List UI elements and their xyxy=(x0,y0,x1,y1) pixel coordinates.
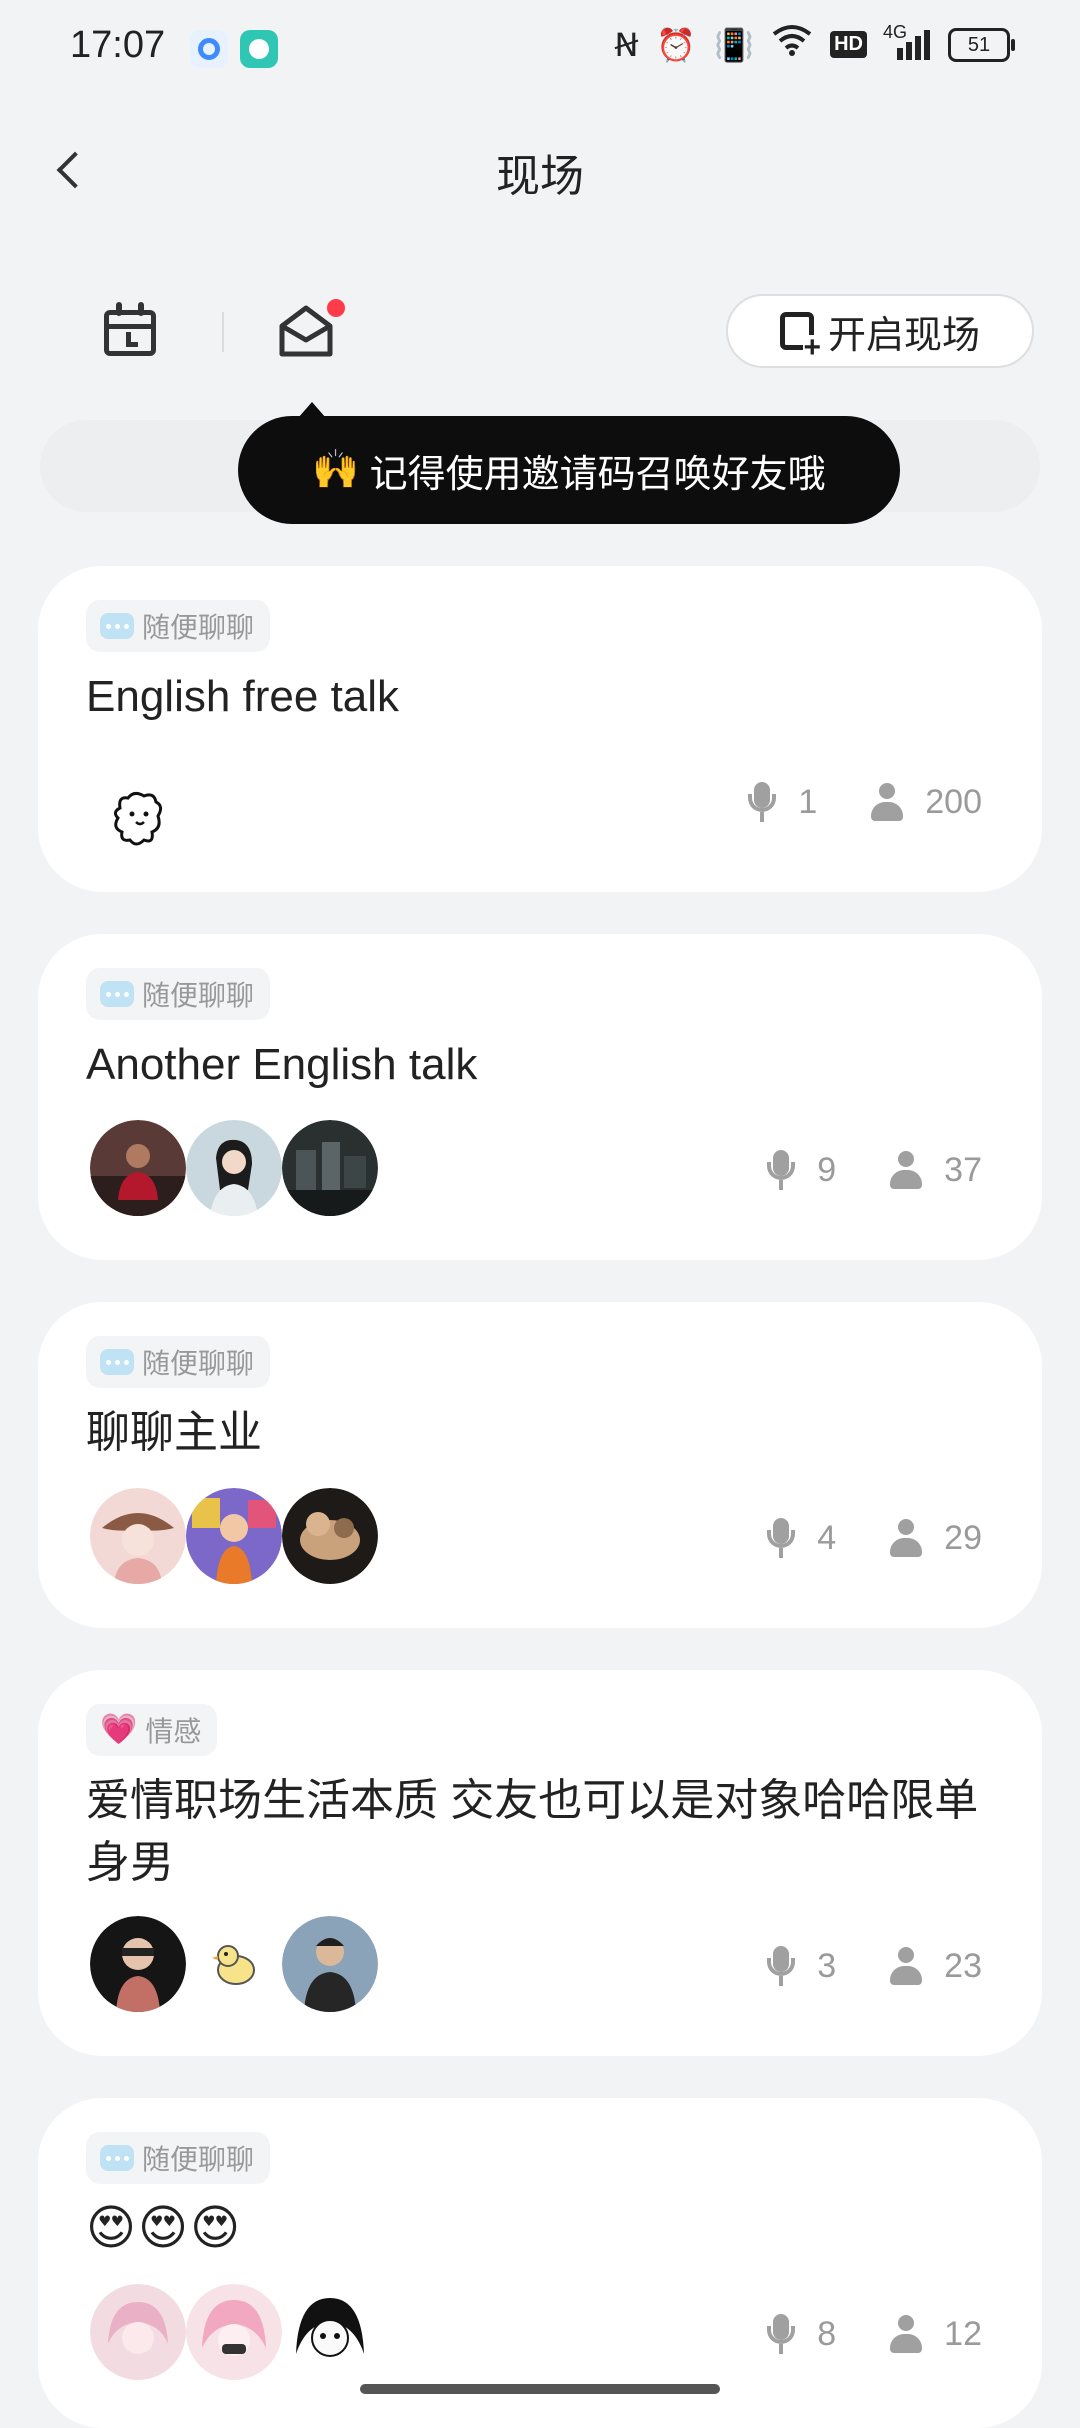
room-title: Another English talk xyxy=(86,1040,478,1089)
avatar[interactable] xyxy=(282,1488,378,1584)
status-time: 17:07 xyxy=(70,24,166,66)
room-card[interactable]: 随便聊聊 聊聊主业 4 29 xyxy=(38,1302,1042,1628)
calendar-icon[interactable] xyxy=(100,300,160,360)
open-live-button[interactable]: 开启现场 xyxy=(726,294,1034,368)
avatar[interactable] xyxy=(90,772,186,868)
room-tag: 随便聊聊 xyxy=(86,600,271,652)
avatar[interactable] xyxy=(90,1120,186,1216)
mic-icon xyxy=(767,1946,796,1986)
listener-count: 37 xyxy=(944,1150,982,1189)
listener-count: 29 xyxy=(944,1518,982,1557)
person-icon xyxy=(871,783,904,821)
avatar[interactable] xyxy=(186,1916,282,2012)
mic-icon xyxy=(767,2314,796,2354)
person-icon xyxy=(890,1947,923,1985)
toolbar-divider xyxy=(222,312,224,352)
avatar[interactable] xyxy=(282,1120,378,1216)
speaker-count: 9 xyxy=(817,1150,837,1189)
heart-icon: 💗 xyxy=(100,1713,138,1746)
battery-icon: 51 xyxy=(948,27,1015,62)
home-indicator[interactable] xyxy=(360,2384,720,2394)
open-live-label: 开启现场 xyxy=(827,314,980,357)
avatar-group xyxy=(90,1120,378,1216)
avatar[interactable] xyxy=(186,1488,282,1584)
room-tag: 随便聊聊 xyxy=(86,968,271,1020)
avatar-group xyxy=(90,772,186,868)
chat-icon xyxy=(100,2145,134,2171)
avatar-group xyxy=(90,2284,378,2380)
notification-app-icon xyxy=(190,30,228,68)
room-title: 爱情职场生活本质 交友也可以是对象哈哈限单身男 xyxy=(86,1776,979,1887)
listener-count: 23 xyxy=(944,1946,982,1985)
avatar[interactable] xyxy=(90,1916,186,2012)
speaker-count: 4 xyxy=(817,1518,837,1557)
room-stats: 4 29 xyxy=(767,1518,982,1558)
room-card[interactable]: 随便聊聊 English free talk 1 200 xyxy=(38,566,1042,892)
hd-icon: HD xyxy=(830,31,867,58)
avatar[interactable] xyxy=(186,2284,282,2380)
room-stats: 8 12 xyxy=(767,2314,982,2354)
room-tag: 💗 情感 xyxy=(86,1704,218,1756)
room-tag-label: 随便聊聊 xyxy=(142,980,255,1011)
vibrate-icon: 📳 xyxy=(714,26,755,63)
room-card[interactable]: 随便聊聊 Another English talk 9 37 xyxy=(38,934,1042,1260)
room-tag-label: 情感 xyxy=(145,1716,202,1747)
room-stats: 9 37 xyxy=(767,1150,982,1190)
mic-icon xyxy=(767,1150,796,1190)
avatar[interactable] xyxy=(282,1916,378,2012)
nfc-icon: Ꞥ xyxy=(614,26,639,63)
status-bar: 17:07 Ꞥ ⏰ 📳 HD 4G 51 xyxy=(0,0,1080,100)
invite-tooltip[interactable]: 🙌 记得使用邀请码召唤好友哦 xyxy=(238,402,900,524)
listener-count: 200 xyxy=(925,782,982,821)
avatar[interactable] xyxy=(90,1488,186,1584)
person-icon xyxy=(890,1519,923,1557)
avatar-group xyxy=(90,1916,378,2012)
room-stats: 1 200 xyxy=(748,782,982,822)
room-tag-label: 随便聊聊 xyxy=(142,2144,255,2175)
speaker-count: 8 xyxy=(817,2314,837,2353)
mic-icon xyxy=(748,782,777,822)
avatar[interactable] xyxy=(90,2284,186,2380)
person-icon xyxy=(890,1151,923,1189)
notification-dot xyxy=(327,299,345,317)
page-title: 现场 xyxy=(496,152,584,201)
avatar[interactable] xyxy=(186,1120,282,1216)
network-type: 4G xyxy=(883,21,908,42)
room-tag: 随便聊聊 xyxy=(86,1336,271,1388)
room-tag: 随便聊聊 xyxy=(86,2132,271,2184)
room-tag-label: 随便聊聊 xyxy=(142,1348,255,1379)
room-tag-label: 随便聊聊 xyxy=(142,612,255,643)
notification-chat-icon xyxy=(240,30,278,68)
listener-count: 12 xyxy=(944,2314,982,2353)
chat-icon xyxy=(100,1349,134,1375)
status-icons: Ꞥ ⏰ 📳 HD 4G 51 xyxy=(614,22,1015,65)
tooltip-text: 记得使用邀请码召唤好友哦 xyxy=(369,453,826,496)
room-card[interactable]: 💗 情感 爱情职场生活本质 交友也可以是对象哈哈限单身男 3 23 xyxy=(38,1670,1042,2056)
speaker-count: 3 xyxy=(817,1946,837,1985)
add-room-icon xyxy=(779,312,821,361)
chat-icon xyxy=(100,613,134,639)
room-title: English free talk xyxy=(86,672,400,721)
chat-icon xyxy=(100,981,134,1007)
alarm-icon: ⏰ xyxy=(656,26,697,63)
speaker-count: 1 xyxy=(798,782,818,821)
room-title: 聊聊主业 xyxy=(86,1408,262,1457)
room-card[interactable]: 随便聊聊 😍😍😍 8 12 xyxy=(38,2098,1042,2428)
avatar-group xyxy=(90,1488,378,1584)
avatar[interactable] xyxy=(282,2284,378,2380)
room-title: 😍😍😍 xyxy=(86,2202,243,2255)
person-icon xyxy=(890,2315,923,2353)
room-stats: 3 23 xyxy=(767,1946,982,1986)
raised-hands-icon: 🙌 xyxy=(312,449,360,491)
mic-icon xyxy=(767,1518,796,1558)
wifi-icon xyxy=(772,24,812,65)
signal-icon: 4G xyxy=(883,22,930,60)
